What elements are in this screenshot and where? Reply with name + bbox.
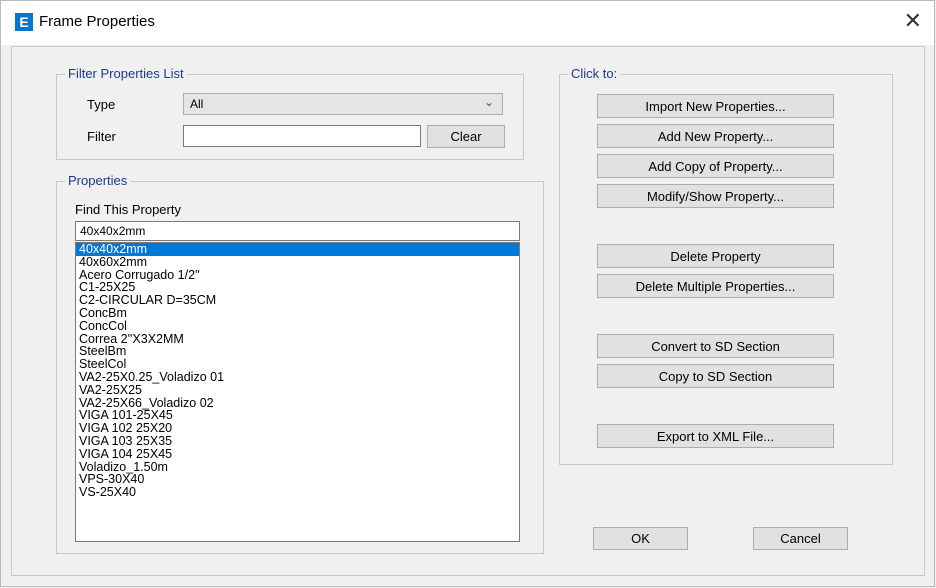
export-to-xml-file-button[interactable]: Export to XML File... (597, 424, 834, 448)
properties-listbox[interactable]: 40x40x2mm 40x60x2mm Acero Corrugado 1/2'' C… (75, 242, 520, 542)
find-property-label: Find This Property (75, 202, 181, 217)
copy-to-sd-section-button[interactable]: Copy to SD Section (597, 364, 834, 388)
list-item[interactable]: VPS-30X40 (76, 473, 519, 486)
clear-button[interactable]: Clear (427, 125, 505, 148)
title-bar: E Frame Properties ✕ (1, 1, 934, 45)
app-logo-icon: E (15, 13, 33, 31)
filter-group-legend: Filter Properties List (65, 66, 187, 81)
list-item[interactable]: C2-CIRCULAR D=35CM (76, 294, 519, 307)
list-item[interactable]: ConcBm (76, 307, 519, 320)
list-item[interactable]: VS-25X40 (76, 486, 519, 499)
properties-group: Properties Find This Property 40x40x2mm 4… (56, 173, 544, 554)
list-item[interactable]: VIGA 103 25X35 (76, 435, 519, 448)
delete-property-button[interactable]: Delete Property (597, 244, 834, 268)
filter-group: Filter Properties List Type All ⌄ Filter… (56, 66, 524, 160)
close-icon[interactable]: ✕ (904, 7, 922, 35)
delete-multiple-properties-button[interactable]: Delete Multiple Properties... (597, 274, 834, 298)
import-new-properties-button[interactable]: Import New Properties... (597, 94, 834, 118)
click-to-legend: Click to: (568, 66, 621, 81)
type-dropdown-value: All (190, 97, 204, 111)
chevron-down-icon: ⌄ (483, 95, 494, 109)
type-label: Type (87, 97, 116, 112)
list-item[interactable]: VA2-25X25 (76, 383, 519, 397)
list-item[interactable]: 40x60x2mm (76, 255, 519, 269)
list-item[interactable]: VA2-25X0.25_Voladizo 01 (76, 371, 519, 384)
ok-button[interactable]: OK (593, 527, 688, 550)
cancel-button[interactable]: Cancel (753, 527, 848, 550)
filter-label: Filter (87, 129, 116, 144)
filter-input[interactable] (183, 125, 421, 147)
list-item[interactable]: Acero Corrugado 1/2'' (76, 268, 519, 282)
list-item[interactable]: ConcCol (76, 319, 519, 333)
list-item[interactable]: SteelBm (76, 345, 519, 358)
list-item[interactable]: VIGA 104 25X45 (76, 447, 519, 461)
convert-to-sd-section-button[interactable]: Convert to SD Section (597, 334, 834, 358)
click-to-group: Click to: Import New Properties... Add N… (559, 66, 893, 465)
find-property-input[interactable] (75, 221, 520, 241)
type-dropdown[interactable]: All ⌄ (183, 93, 503, 115)
frame-properties-window: E Frame Properties ✕ Filter Properties L… (0, 0, 935, 587)
modify-show-property-button[interactable]: Modify/Show Property... (597, 184, 834, 208)
add-copy-of-property-button[interactable]: Add Copy of Property... (597, 154, 834, 178)
list-item[interactable]: Correa 2''X3X2MM (76, 332, 519, 346)
properties-group-legend: Properties (65, 173, 131, 188)
list-item[interactable]: 40x40x2mm (76, 243, 519, 256)
dialog-content: Filter Properties List Type All ⌄ Filter… (11, 46, 925, 576)
window-title: Frame Properties (39, 13, 155, 30)
add-new-property-button[interactable]: Add New Property... (597, 124, 834, 148)
